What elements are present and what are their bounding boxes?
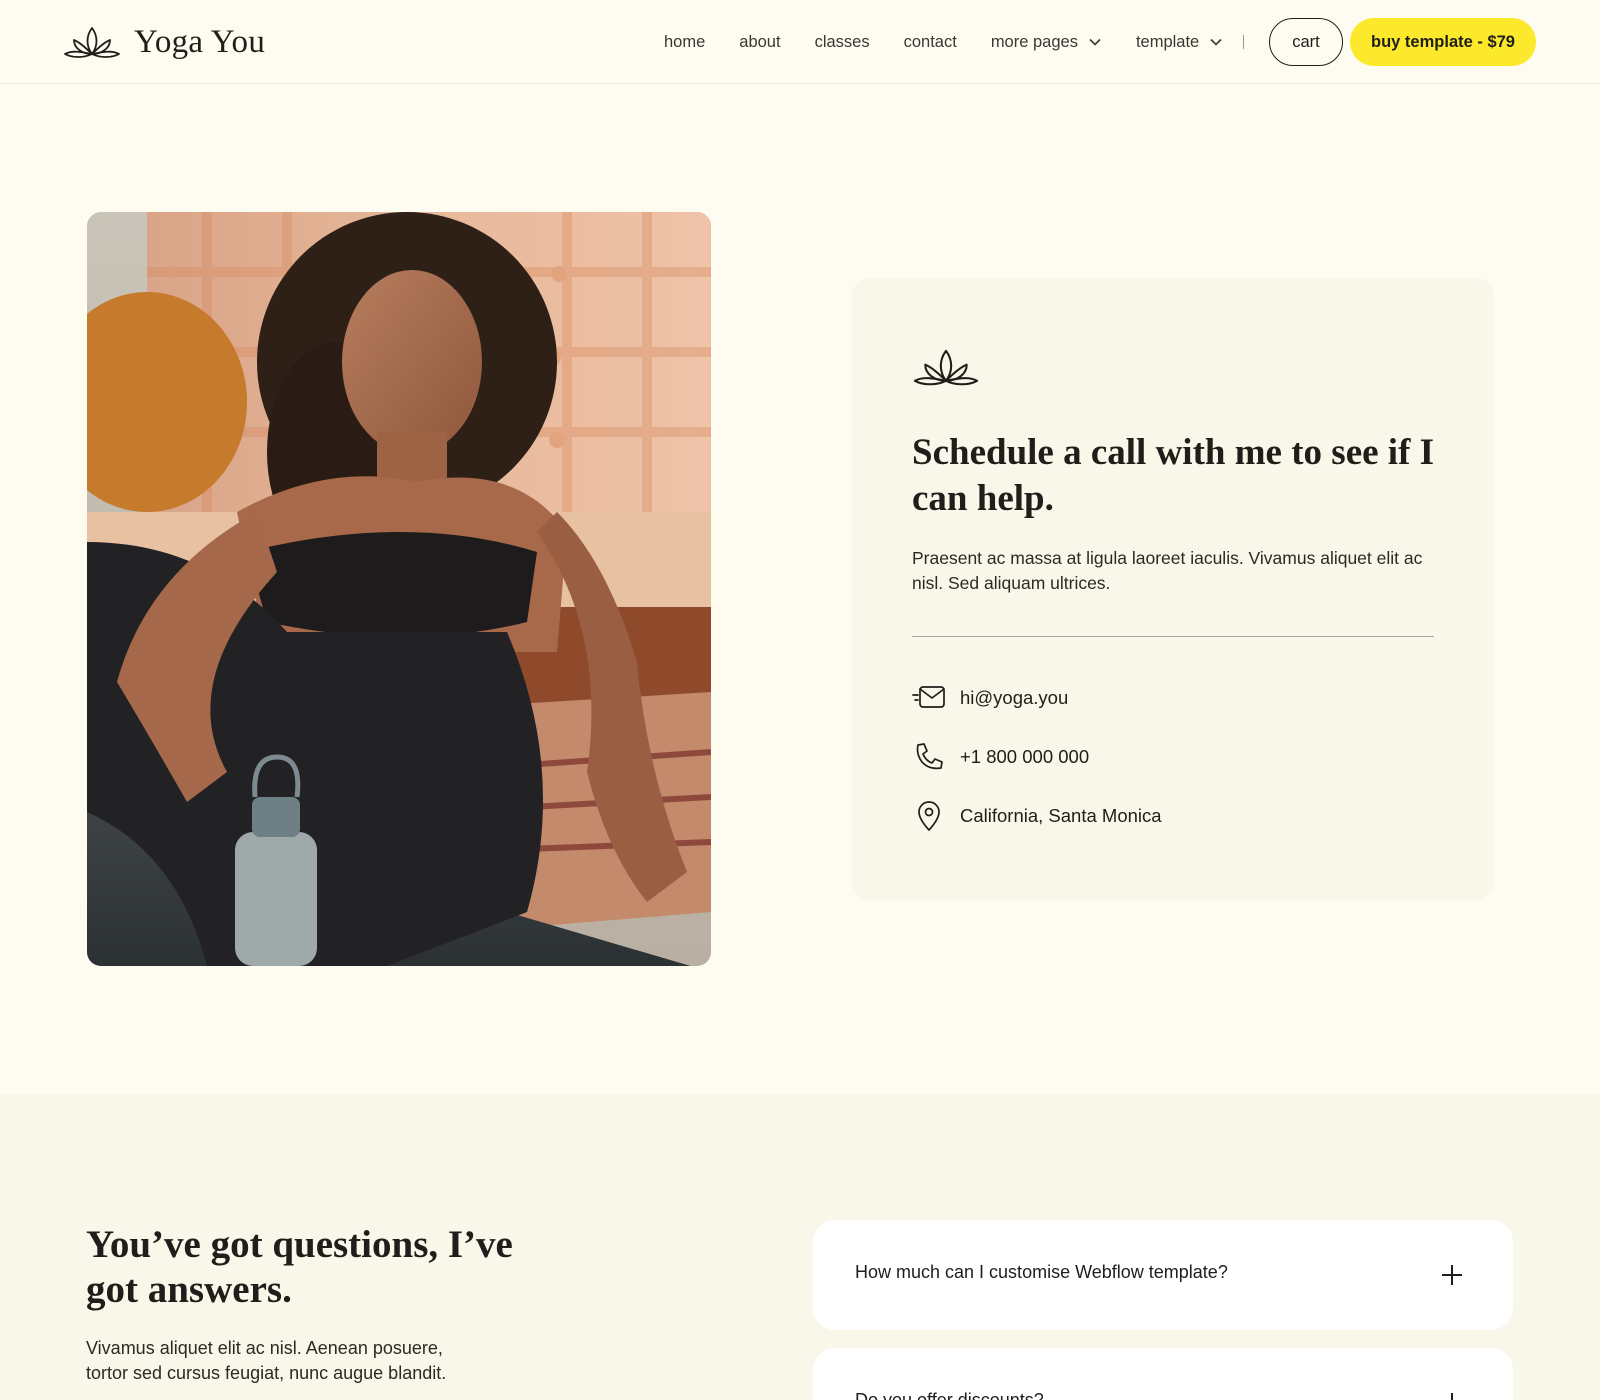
nav-link-label: classes bbox=[814, 32, 870, 51]
lotus-icon bbox=[64, 27, 120, 58]
brand-name: Yoga You bbox=[134, 23, 266, 60]
faq-item[interactable]: How much can I customise Webflow templat… bbox=[813, 1220, 1513, 1330]
faq-item[interactable]: Do you offer discounts? bbox=[813, 1348, 1513, 1400]
contact-location-value: California, Santa Monica bbox=[960, 805, 1162, 826]
woman-sitting-yoga-photo bbox=[87, 212, 711, 966]
mail-icon bbox=[912, 683, 946, 713]
faq-section: You’ve got questions, I’ve got answers. … bbox=[0, 1094, 1600, 1400]
nav-link-label: contact bbox=[903, 32, 957, 51]
chevron-down-icon bbox=[1210, 38, 1222, 46]
contact-card-description: Praesent ac massa at ligula laoreet iacu… bbox=[912, 548, 1423, 593]
contact-email[interactable]: hi@yoga.you bbox=[912, 682, 1068, 714]
phone-icon bbox=[912, 742, 946, 772]
contact-phone-value: +1 800 000 000 bbox=[960, 746, 1090, 767]
lotus-icon bbox=[913, 349, 979, 386]
faq-description: Vivamus aliquet elit ac nisl. Aenean pos… bbox=[86, 1338, 447, 1383]
plus-icon[interactable] bbox=[1441, 1392, 1463, 1400]
faq-question: How much can I customise Webflow templat… bbox=[855, 1262, 1228, 1282]
brand-logo[interactable]: Yoga You bbox=[62, 20, 265, 64]
chevron-down-icon bbox=[1089, 38, 1101, 46]
cart-button[interactable]: cart bbox=[1269, 18, 1343, 66]
faq-title: You’ve got questions, I’ve got answers. bbox=[86, 1223, 513, 1311]
nav-dropdown-more-pages[interactable]: more pages bbox=[991, 33, 1102, 52]
faq-question: Do you offer discounts? bbox=[855, 1390, 1044, 1400]
nav-link-home[interactable]: home bbox=[664, 33, 705, 52]
location-pin-icon bbox=[912, 801, 946, 831]
nav-link-contact[interactable]: contact bbox=[904, 33, 957, 52]
nav-link-label: more pages bbox=[990, 32, 1078, 51]
contact-phone[interactable]: +1 800 000 000 bbox=[912, 741, 1089, 773]
divider bbox=[912, 636, 1434, 637]
plus-icon[interactable] bbox=[1441, 1264, 1463, 1286]
contact-location: California, Santa Monica bbox=[912, 800, 1162, 832]
contact-email-value: hi@yoga.you bbox=[960, 687, 1069, 708]
nav-link-label: home bbox=[664, 32, 706, 51]
contact-card-title: Schedule a call with me to see if I can … bbox=[912, 432, 1435, 519]
nav-link-label: about bbox=[739, 32, 781, 51]
nav-link-classes[interactable]: classes bbox=[815, 33, 870, 52]
top-navigation: Yoga You home about classes contact more… bbox=[0, 0, 1600, 84]
buy-template-button[interactable]: buy template - $79 bbox=[1350, 18, 1536, 66]
hero-photo bbox=[87, 212, 711, 966]
nav-dropdown-template[interactable]: template bbox=[1136, 33, 1223, 52]
nav-link-label: template bbox=[1135, 32, 1200, 51]
contact-card: Schedule a call with me to see if I can … bbox=[852, 278, 1494, 900]
nav-divider bbox=[1243, 35, 1245, 49]
nav-link-about[interactable]: about bbox=[739, 33, 780, 52]
nav-links: home about classes contact more pages te… bbox=[664, 30, 1245, 54]
